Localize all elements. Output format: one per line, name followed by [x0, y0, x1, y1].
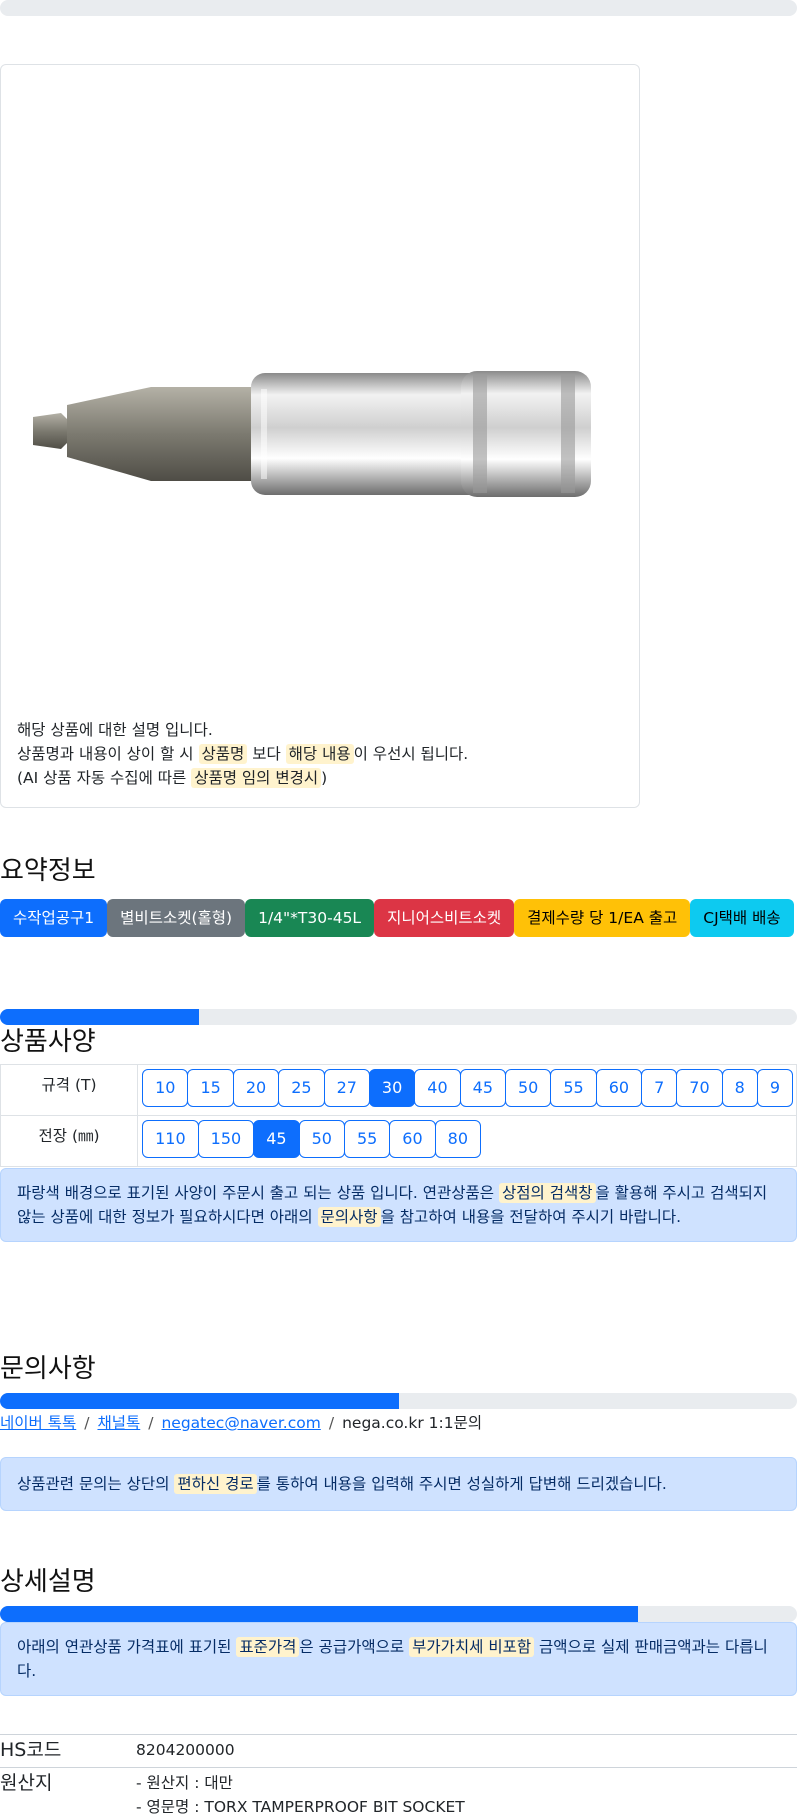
notice-line-3: (AI 상품 자동 수집에 따른 상품명 임의 변경시): [17, 766, 468, 790]
spec-option-size-45[interactable]: 45: [459, 1069, 506, 1107]
alert-text: 를 통하여 내용을 입력해 주시면 성실하게 답변해 드리겠습니다.: [256, 1475, 667, 1493]
spec-option-size-40[interactable]: 40: [414, 1069, 461, 1107]
alert-highlight: 표준가격: [236, 1637, 300, 1657]
spec-option-size-20[interactable]: 20: [232, 1069, 280, 1107]
product-image-card: 해당 상품에 대한 설명 입니다. 상품명과 내용이 상이 할 시 상품명 보다…: [0, 64, 640, 808]
badge-quantity: 결제수량 당 1/EA 출고: [514, 899, 691, 937]
detail-alert: 아래의 연관상품 가격표에 표기된 표준가격 은 공급가액으로 부가가치세 비포함…: [0, 1622, 797, 1696]
alert-text: 상품관련 문의는 상단의: [17, 1475, 175, 1493]
top-progress-bar: [0, 0, 797, 16]
spec-label-length: 전장 (㎜): [0, 1115, 139, 1167]
notice-line-1: 해당 상품에 대한 설명 입니다.: [17, 721, 213, 739]
spec-label-size: 규격 (T): [0, 1064, 139, 1116]
alert-text: 아래의 연관상품 가격표에 표기된: [17, 1638, 237, 1656]
separator: /: [84, 1414, 90, 1432]
spec-alert: 파랑색 배경으로 표기된 사양이 주문시 출고 되는 상품 입니다. 연관상품은…: [0, 1168, 797, 1242]
separator: /: [148, 1414, 154, 1432]
detail-progress-bar: [0, 1606, 797, 1622]
spec-table: 규격 (T) 10 15 20 25 27 30 40 45 50 55 60 7 70 8 9 전장 (㎜…: [0, 1064, 797, 1167]
site-inquiry-text: nega.co.kr 1:1문의: [342, 1414, 483, 1432]
origin-value: - 원산지 : 대만 - 영문명 : TORX TAMPERPROOF BIT …: [136, 1768, 465, 1819]
badge-size: 1/4"*T30-45L: [245, 899, 375, 937]
notice-text: 이 우선시 됩니다.: [353, 745, 469, 763]
detail-info-table: HS코드 8204200000 원산지 - 원산지 : 대만 - 영문명 : T…: [0, 1734, 797, 1819]
hs-code-value: 8204200000: [136, 1741, 235, 1759]
inquiry-contacts: 네이버 톡톡 / 채널톡 / negatec@naver.com / nega.co.kr …: [0, 1411, 797, 1435]
alert-highlight: 상점의 검색창: [499, 1183, 596, 1203]
product-image: [33, 371, 591, 497]
hs-code-label: HS코드: [0, 1739, 62, 1761]
notice-highlight: 상품명: [198, 744, 248, 764]
detail-heading: 상세설명: [0, 1567, 96, 1597]
spec-option-size-27[interactable]: 27: [323, 1069, 370, 1107]
alert-highlight: 부가가치세 비포함: [409, 1637, 535, 1657]
channel-talk-link[interactable]: 채널톡: [97, 1414, 140, 1432]
spec-option-size-70[interactable]: 70: [676, 1069, 723, 1107]
origin-label: 원산지: [0, 1772, 53, 1794]
notice-text: 보다: [247, 745, 286, 763]
separator: /: [328, 1414, 335, 1432]
email-link[interactable]: negatec@naver.com: [161, 1414, 320, 1432]
spec-options-length: 110 150 45 50 55 60 80: [137, 1115, 797, 1167]
origin-country: - 원산지 : 대만: [136, 1774, 233, 1792]
alert-highlight: 편하신 경로: [174, 1474, 257, 1494]
alert-text: 파랑색 배경으로 표기된 사양이 주문시 출고 되는 상품 입니다. 연관상품은: [17, 1184, 499, 1202]
product-notice: 해당 상품에 대한 설명 입니다. 상품명과 내용이 상이 할 시 상품명 보다…: [17, 718, 468, 790]
badge-category: 수작업공구1: [0, 899, 108, 937]
origin-row: 원산지 - 원산지 : 대만 - 영문명 : TORX TAMPERPROOF …: [0, 1768, 797, 1819]
spec-option-size-15[interactable]: 15: [187, 1069, 234, 1107]
hs-code-row: HS코드 8204200000: [0, 1735, 797, 1768]
spec-option-length-45[interactable]: 45: [253, 1120, 300, 1158]
inquiry-heading: 문의사항: [0, 1354, 96, 1384]
alert-text: 을 참고하여 내용을 전달하여 주시기 바랍니다.: [380, 1208, 682, 1226]
spec-option-size-60[interactable]: 60: [595, 1069, 643, 1107]
spec-heading: 상품사양: [0, 1027, 96, 1057]
notice-text: 상품명과 내용이 상이 할 시: [17, 745, 199, 763]
alert-highlight: 문의사항: [317, 1207, 381, 1227]
spec-option-length-60[interactable]: 60: [389, 1120, 436, 1158]
naver-talk-link[interactable]: 네이버 톡톡: [0, 1414, 76, 1432]
notice-text: ): [321, 769, 328, 787]
spec-option-size-10[interactable]: 10: [142, 1069, 189, 1107]
spec-options-size: 10 15 20 25 27 30 40 45 50 55 60 7 70 8 9: [137, 1064, 797, 1116]
spec-option-size-9[interactable]: 9: [756, 1069, 793, 1107]
spec-option-length-50[interactable]: 50: [298, 1120, 345, 1158]
badge-shipping: CJ택배 배송: [690, 899, 794, 937]
spec-option-size-55[interactable]: 55: [550, 1069, 597, 1107]
notice-line-2: 상품명과 내용이 상이 할 시 상품명 보다 해당 내용 이 우선시 됩니다.: [17, 742, 468, 766]
spec-option-length-55[interactable]: 55: [343, 1120, 391, 1158]
alert-text: 은 공급가액으로: [299, 1638, 410, 1656]
notice-highlight: 상품명 임의 변경시: [191, 768, 322, 788]
spec-option-size-30[interactable]: 30: [368, 1069, 416, 1107]
inquiry-progress-fill: [0, 1393, 399, 1409]
spec-option-length-110[interactable]: 110: [142, 1120, 199, 1158]
spec-option-size-8[interactable]: 8: [721, 1069, 758, 1107]
spec-row-length: 전장 (㎜) 110 150 45 50 55 60 80: [0, 1115, 797, 1167]
notice-highlight: 해당 내용: [285, 744, 354, 764]
detail-progress-fill: [0, 1606, 638, 1622]
spec-row-size: 규격 (T) 10 15 20 25 27 30 40 45 50 55 60 7 70 8 9: [0, 1064, 797, 1116]
spec-option-length-80[interactable]: 80: [434, 1120, 482, 1158]
inquiry-progress-bar: [0, 1393, 797, 1409]
badge-brand: 지니어스비트소켓: [374, 899, 515, 937]
origin-english-name: - 영문명 : TORX TAMPERPROOF BIT SOCKET: [136, 1798, 465, 1816]
summary-badges: 수작업공구1 별비트소켓(홀형) 1/4"*T30-45L 지니어스비트소켓 결…: [0, 899, 797, 937]
spec-option-size-50[interactable]: 50: [505, 1069, 552, 1107]
spec-option-length-150[interactable]: 150: [197, 1120, 255, 1158]
spec-option-size-25[interactable]: 25: [278, 1069, 325, 1107]
summary-heading: 요약정보: [0, 856, 96, 886]
badge-type: 별비트소켓(홀형): [107, 899, 246, 937]
spec-option-size-7[interactable]: 7: [641, 1069, 678, 1107]
inquiry-alert: 상품관련 문의는 상단의 편하신 경로 를 통하여 내용을 입력해 주시면 성실하…: [0, 1457, 797, 1511]
notice-text: (AI 상품 자동 수집에 따른: [17, 769, 192, 787]
